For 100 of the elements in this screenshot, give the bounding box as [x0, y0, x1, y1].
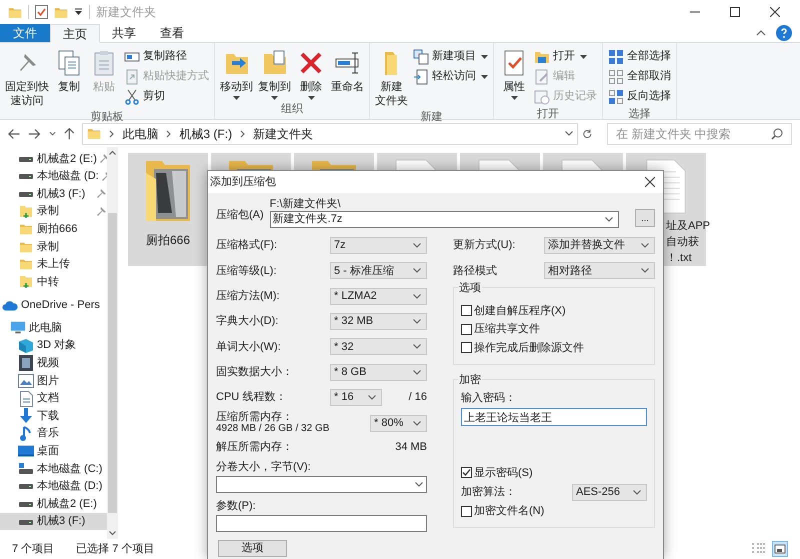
dropdown[interactable]: * 32 MB	[330, 313, 427, 330]
ribbon-button[interactable]: 重命名	[329, 46, 366, 95]
help-icon[interactable]	[776, 25, 792, 41]
ribbon-tab[interactable]: 主页	[50, 24, 100, 43]
ribbon-button[interactable]: 全部取消	[606, 67, 673, 86]
dropdown[interactable]: 5 - 标准压缩	[330, 262, 427, 280]
password-field[interactable]: 上老王论坛当老王	[461, 408, 647, 426]
checkbox[interactable]: 创建自解压程序(X)	[461, 302, 647, 320]
dropdown[interactable]: * LZMA2	[330, 288, 427, 305]
dropdown-icon	[641, 243, 649, 248]
picture-icon	[18, 374, 34, 388]
nav-item[interactable]: 图片	[0, 372, 107, 390]
music-note-icon	[20, 426, 32, 442]
details-view-icon[interactable]	[752, 543, 766, 555]
file-menu-button[interactable]: 文件	[0, 24, 50, 42]
nav-item[interactable]: 机械3 (F:)	[0, 512, 107, 530]
nav-item[interactable]: 文档	[0, 390, 107, 408]
properties-icon[interactable]	[35, 5, 48, 19]
ribbon-button[interactable]: 复制到	[256, 46, 293, 101]
up-icon[interactable]	[64, 127, 74, 140]
nav-item[interactable]: 视频	[0, 354, 107, 372]
ribbon-button[interactable]: 反向选择	[606, 87, 673, 106]
back-icon[interactable]	[8, 128, 20, 140]
nav-item[interactable]: 厕拍666	[0, 220, 107, 238]
nav-item[interactable]: 桌面	[0, 442, 107, 460]
chevron-icon	[166, 130, 172, 138]
ribbon-button[interactable]: 打开	[532, 47, 599, 66]
address-field[interactable]: 此电脑 机械3 (F:) 新建文件夹	[82, 122, 578, 144]
folder-icon	[19, 274, 33, 289]
nav-item[interactable]: 机械盘2 (E:)	[0, 495, 107, 513]
nav-item[interactable]: 本地磁盘 (D:)	[0, 478, 107, 496]
dropdown[interactable]: * 32	[330, 338, 427, 356]
checkbox[interactable]: 加密文件名(N)	[461, 502, 647, 521]
caret-icon	[580, 54, 587, 58]
ribbon-button[interactable]: 新建项目	[411, 47, 490, 66]
ribbon-button[interactable]: 新建 文件夹	[373, 46, 410, 109]
ribbon-button[interactable]: 移动到	[218, 46, 255, 101]
options-button[interactable]: 选项	[218, 540, 287, 558]
nav-item[interactable]: 录制	[0, 238, 107, 256]
ribbon-tab[interactable]: 查看	[148, 24, 196, 42]
large-icons-view-button[interactable]	[772, 541, 788, 557]
desktop-icon	[18, 444, 34, 458]
ribbon-button[interactable]: 复制路径	[122, 47, 211, 66]
ribbon-button[interactable]: 删除	[294, 46, 328, 101]
collapse-ribbon-icon[interactable]	[756, 30, 766, 36]
drive-icon	[19, 500, 33, 508]
search-field[interactable]: 在 新建文件夹 中搜索	[607, 122, 792, 144]
shortcut-icon	[124, 68, 140, 84]
refresh-icon[interactable]	[582, 128, 594, 140]
dropdown[interactable]: 相对路径	[544, 262, 655, 280]
ribbon-button[interactable]: 固定到快 速访问	[3, 46, 51, 109]
folder-icon	[19, 258, 33, 270]
field-label: 更新方式(U):	[453, 238, 516, 254]
nav-item[interactable]: 下载	[0, 407, 107, 425]
nav-item[interactable]: 音乐	[0, 424, 107, 442]
close-icon[interactable]	[645, 177, 655, 187]
ribbon-button[interactable]: 属性	[497, 46, 531, 101]
ribbon-button[interactable]: 轻松访问	[411, 67, 490, 86]
dropdown[interactable]: 7z	[330, 237, 427, 254]
checkbox[interactable]: 压缩共享文件	[461, 320, 647, 339]
dropdown[interactable]: AES-256	[572, 484, 647, 501]
caret-icon	[308, 96, 314, 100]
scrollbar[interactable]	[107, 147, 118, 539]
caret-icon	[271, 96, 278, 100]
nav-item[interactable]: 机械盘2 (E:)	[0, 150, 107, 168]
checkbox[interactable]: 显示密码(S)	[461, 464, 647, 482]
nav-item[interactable]: 未上传	[0, 256, 107, 274]
dropdown[interactable]: 添加并替换文件	[544, 237, 655, 254]
group-label: 剪贴板	[90, 110, 124, 125]
dropdown[interactable]: * 80%	[370, 414, 427, 432]
ribbon-button[interactable]: 剪切	[122, 87, 211, 106]
folder-icon	[19, 204, 33, 219]
maximize-icon[interactable]	[730, 7, 740, 17]
file-name: ！.txt	[666, 251, 692, 266]
memory-usage: 4928 MB / 26 GB / 32 GB	[216, 423, 330, 436]
forward-icon[interactable]	[28, 128, 41, 140]
scroll-up-icon[interactable]	[109, 150, 116, 155]
browse-button[interactable]: ...	[635, 209, 655, 227]
dropdown[interactable]: * 16	[330, 388, 382, 406]
nav-item[interactable]: 此电脑	[0, 319, 107, 337]
checkbox[interactable]: 操作完成后删除源文件	[461, 338, 647, 358]
file-tile[interactable]: 厕拍666	[128, 153, 208, 266]
nav-item[interactable]: 本地磁盘 (C:)	[0, 460, 107, 478]
group-label: 组织	[281, 102, 303, 117]
recent-locations-icon[interactable]	[48, 131, 56, 136]
dropdown-icon[interactable]	[74, 8, 83, 16]
volume-size-combo[interactable]	[216, 476, 427, 494]
parameters-field[interactable]	[216, 515, 427, 532]
ribbon-button[interactable]: 复制	[52, 46, 86, 95]
ribbon-button[interactable]: 全部选择	[606, 47, 673, 66]
nav-item[interactable]: OneDrive - Pers	[0, 296, 107, 314]
nav-item[interactable]: 机械3 (F:)	[0, 185, 107, 203]
nav-item[interactable]: 中转	[0, 273, 107, 291]
nav-item[interactable]: 录制	[0, 202, 107, 220]
nav-item[interactable]: 3D 对象	[0, 336, 107, 355]
scrollbar-thumb[interactable]	[108, 213, 117, 513]
close-icon[interactable]	[770, 7, 780, 17]
scroll-down-icon[interactable]	[109, 531, 116, 536]
dropdown[interactable]: * 8 GB	[330, 364, 427, 381]
ribbon-tab[interactable]: 共享	[100, 24, 148, 42]
